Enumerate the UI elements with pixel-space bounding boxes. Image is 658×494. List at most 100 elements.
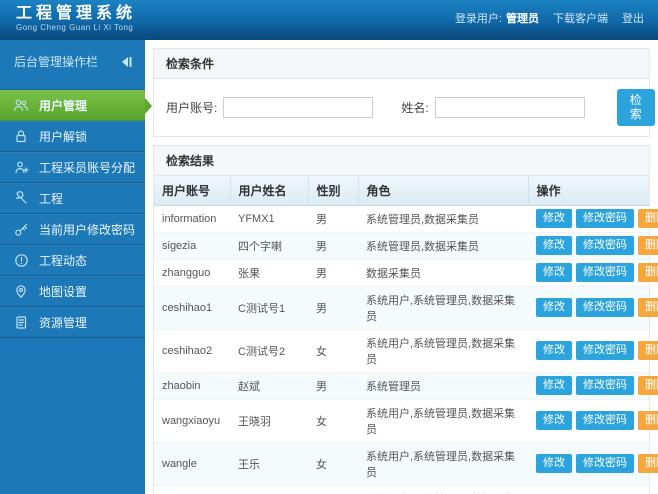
cell-account: zhangguo — [154, 259, 230, 287]
change-password-button[interactable]: 修改密码 — [576, 236, 634, 256]
sidebar-item-label: 工程动态 — [39, 254, 88, 268]
sidebar-item-user-plus[interactable]: 工程采员账号分配 — [0, 152, 145, 183]
cell-name: 王晓羽 — [230, 399, 308, 443]
column-header: 性别 — [308, 175, 359, 206]
change-password-button[interactable]: 修改密码 — [576, 454, 634, 474]
edit-button[interactable]: 修改 — [536, 263, 572, 283]
change-password-button[interactable]: 修改密码 — [576, 209, 634, 229]
document-icon — [13, 315, 29, 331]
delete-button[interactable]: 删除 — [638, 411, 658, 431]
change-password-button[interactable]: 修改密码 — [576, 376, 634, 396]
account-input[interactable] — [223, 96, 374, 118]
sidebar: 后台管理操作栏 用户管理 用户解锁 工程采员账号分配工程当前用户修改密码 工程动态地图… — [0, 40, 152, 494]
search-button[interactable]: 检索 — [616, 89, 655, 126]
logout-link[interactable]: 登出 — [622, 10, 644, 26]
cell-gender: 女 — [308, 329, 358, 373]
cell-actions: 修改修改密码删除 — [528, 442, 658, 486]
account-label: 用户账号: — [166, 100, 218, 115]
edit-button[interactable]: 修改 — [536, 209, 572, 229]
delete-button[interactable]: 删除 — [638, 454, 658, 474]
change-password-button[interactable]: 修改密码 — [576, 341, 634, 361]
cell-roles: 系统用户,系统管理员,数据采集员 — [358, 286, 528, 330]
delete-button[interactable]: 删除 — [638, 263, 658, 283]
edit-button[interactable]: 修改 — [536, 236, 572, 256]
edit-button[interactable]: 修改 — [536, 411, 572, 431]
cell-roles: 系统用户,系统管理员,数据采集员 — [358, 399, 528, 443]
table-header-row: 用户账号 用户姓名 性别 角色 操作 — [154, 175, 649, 206]
cell-gender: 男 — [308, 259, 358, 287]
column-header: 角色 — [358, 175, 529, 206]
sidebar-item-users[interactable]: 用户管理 — [0, 90, 152, 121]
sidebar-item-info[interactable]: 工程动态 — [0, 245, 145, 276]
change-password-button[interactable]: 修改密码 — [576, 263, 634, 283]
user-plus-icon — [13, 160, 29, 176]
cell-account: sigezia — [154, 232, 230, 260]
sidebar-item-label: 当前用户修改密码 — [39, 223, 136, 237]
download-client-link[interactable]: 下载客户端 — [553, 10, 608, 26]
edit-button[interactable]: 修改 — [536, 341, 572, 361]
key-icon — [13, 222, 29, 238]
cell-actions: 修改修改密码删除 — [528, 399, 658, 443]
edit-button[interactable]: 修改 — [536, 376, 572, 396]
app-logo: 工程管理系统 Gong Cheng Guan Li Xi Tong — [16, 3, 136, 32]
cell-name: 四个字喇 — [230, 232, 308, 260]
table-row: ceshihao1C测试号1男系统用户,系统管理员,数据采集员修改修改密码删除 — [154, 286, 658, 330]
cell-actions: 修改修改密码删除 — [528, 286, 658, 330]
change-password-button[interactable]: 修改密码 — [576, 411, 634, 431]
search-form: 用户账号: 姓名: 检索 新增 — [154, 79, 655, 136]
cell-account: ceshihao2 — [154, 329, 230, 373]
sidebar-header: 后台管理操作栏 — [0, 40, 145, 81]
cell-roles: 系统管理员 — [358, 372, 528, 400]
cell-roles: 系统用户,系统管理员,数据采集员 — [358, 485, 528, 494]
header-links: 登录用户: 管理员 下载客户端 登出 — [455, 10, 644, 26]
delete-button[interactable]: 删除 — [638, 376, 658, 396]
main-content: 检索条件 用户账号: 姓名: 检索 新增 检索结果 用户账号用户姓名性别角色操作… — [145, 40, 658, 494]
cell-account: zhaobin — [154, 372, 230, 400]
collapse-sidebar-icon[interactable] — [120, 56, 133, 68]
cell-actions: 修改修改密码删除 — [528, 329, 658, 373]
cell-name: YFMX1 — [230, 205, 308, 233]
cell-roles: 系统管理员,数据采集员 — [358, 205, 528, 233]
sidebar-item-key[interactable]: 当前用户修改密码 — [0, 214, 145, 245]
column-header: 用户账号 — [154, 175, 231, 206]
table-row: informationYFMX1男系统管理员,数据采集员修改修改密码删除 — [154, 205, 658, 233]
cell-gender: 男 — [308, 286, 358, 330]
wrench-icon — [13, 191, 29, 207]
table-row: zhaobin赵斌男系统管理员修改修改密码删除 — [154, 372, 658, 400]
cell-actions: 修改修改密码删除 — [528, 372, 658, 400]
cell-name: 张果 — [230, 259, 308, 287]
delete-button[interactable]: 删除 — [638, 236, 658, 256]
app-header: 工程管理系统 Gong Cheng Guan Li Xi Tong 登录用户: … — [0, 0, 658, 40]
cell-actions: 修改修改密码删除 — [528, 259, 658, 287]
login-user-label: 登录用户: — [454, 13, 502, 25]
table-row: zhangguo张果男数据采集员修改修改密码删除 — [154, 259, 658, 287]
cell-gender: 男 — [308, 205, 358, 233]
cell-gender: 男 — [308, 485, 358, 494]
table-row: wangle王乐女系统用户,系统管理员,数据采集员修改修改密码删除 — [154, 442, 658, 486]
delete-button[interactable]: 删除 — [638, 298, 658, 318]
sidebar-item-map-pin[interactable]: 地图设置 — [0, 276, 145, 307]
app-title: 工程管理系统 — [16, 5, 137, 23]
cell-account: gaocai — [154, 485, 230, 494]
sidebar-item-lock[interactable]: 用户解锁 — [0, 121, 145, 152]
name-input[interactable] — [434, 96, 585, 118]
sidebar-item-document[interactable]: 资源管理 — [0, 307, 145, 338]
login-user-info: 登录用户: 管理员 — [455, 10, 539, 26]
sidebar-item-label: 资源管理 — [39, 316, 88, 330]
cell-gender: 女 — [308, 399, 358, 443]
cell-name: 赵斌 — [230, 372, 308, 400]
change-password-button[interactable]: 修改密码 — [576, 298, 634, 318]
edit-button[interactable]: 修改 — [536, 298, 572, 318]
sidebar-item-wrench[interactable]: 工程 — [0, 183, 145, 214]
cell-account: information — [154, 205, 230, 233]
edit-button[interactable]: 修改 — [536, 454, 572, 474]
table-row: sigezia四个字喇男系统管理员,数据采集员修改修改密码删除 — [154, 232, 658, 260]
sidebar-item-label: 工程 — [39, 192, 64, 206]
delete-button[interactable]: 删除 — [638, 341, 658, 361]
name-label: 姓名: — [401, 100, 429, 115]
table-body: informationYFMX1男系统管理员,数据采集员修改修改密码删除sige… — [154, 205, 658, 494]
delete-button[interactable]: 删除 — [638, 209, 658, 229]
cell-roles: 数据采集员 — [358, 259, 528, 287]
lock-icon — [13, 129, 29, 145]
cell-actions: 修改修改密码删除 — [528, 485, 649, 494]
